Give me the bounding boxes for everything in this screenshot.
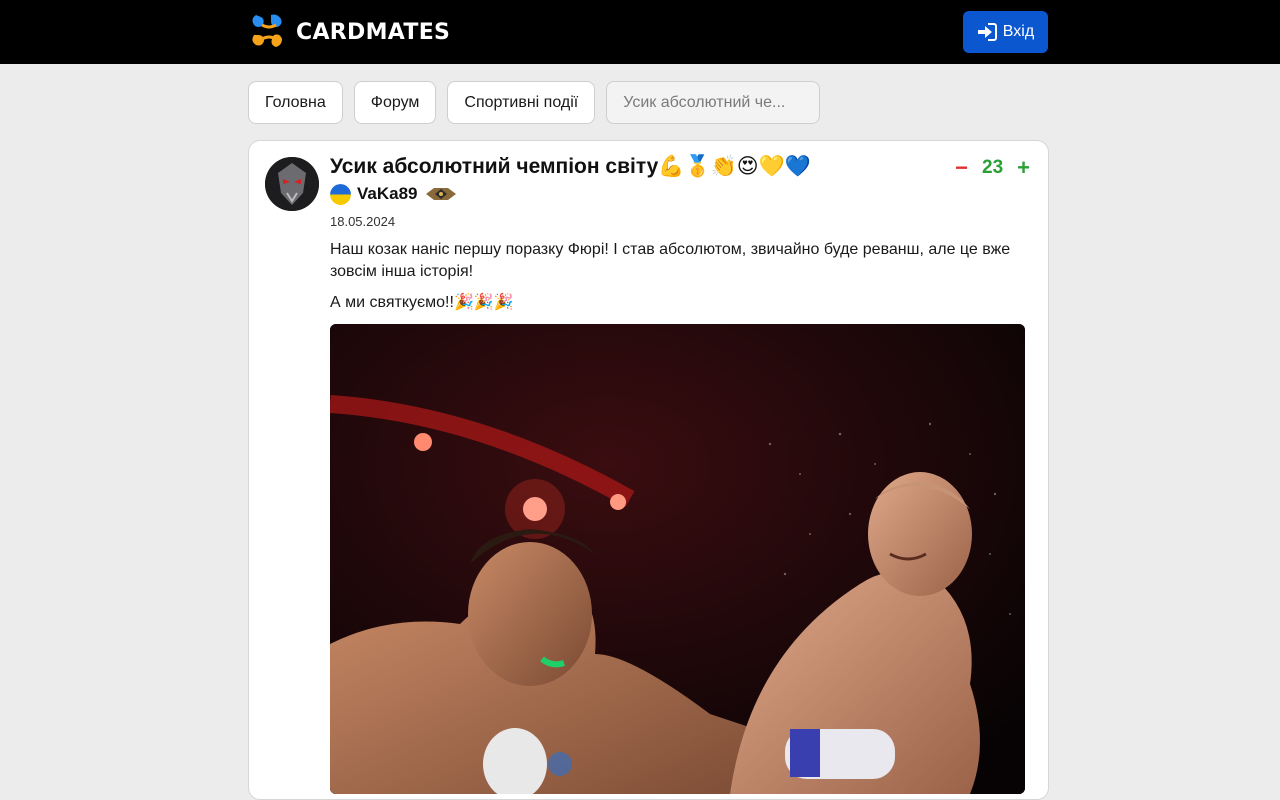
boxing-photo bbox=[330, 324, 1025, 794]
vote-control: − 23 + bbox=[955, 157, 1030, 179]
sign-in-icon bbox=[977, 23, 997, 41]
breadcrumb-home[interactable]: Головна bbox=[248, 81, 343, 124]
avatar[interactable] bbox=[265, 157, 319, 211]
vote-up-button[interactable]: + bbox=[1017, 157, 1030, 179]
post-paragraph-2: А ми святкуємо!!🎉🎉🎉 bbox=[330, 294, 514, 311]
post-author: VaKa89 bbox=[330, 183, 458, 205]
rank-badge-icon bbox=[425, 188, 456, 200]
breadcrumb-sport-events[interactable]: Спортивні події bbox=[447, 81, 596, 124]
breadcrumb: Головна Форум Спортивні події Усик абсол… bbox=[248, 81, 821, 124]
login-label: Вхід bbox=[1002, 23, 1035, 40]
top-navbar: CARDMATES Вхід bbox=[0, 0, 1280, 64]
vote-down-button[interactable]: − bbox=[955, 157, 968, 179]
vote-count: 23 bbox=[982, 157, 1004, 178]
avatar-image bbox=[265, 157, 319, 211]
site-logo[interactable]: CARDMATES bbox=[248, 10, 450, 54]
breadcrumb-current-topic: Усик абсолютний че... bbox=[606, 81, 821, 124]
author-name[interactable]: VaKa89 bbox=[357, 184, 418, 204]
post-title: Усик абсолютний чемпіон світу💪🥇👏😍💛💙 bbox=[330, 155, 811, 178]
post-photo[interactable] bbox=[330, 324, 1025, 794]
logo-text: CARDMATES bbox=[296, 19, 451, 45]
post-paragraph-1: Наш козак наніс першу поразку Фюрі! І ст… bbox=[330, 241, 1011, 280]
logo-icon bbox=[252, 14, 282, 47]
breadcrumb-forum[interactable]: Форум bbox=[353, 81, 437, 124]
ukraine-flag-icon bbox=[330, 183, 351, 205]
login-button[interactable]: Вхід bbox=[963, 11, 1048, 53]
post-date: 18.05.2024 bbox=[330, 214, 396, 229]
forum-post-card: Усик абсолютний чемпіон світу💪🥇👏😍💛💙 VaKa… bbox=[248, 140, 1049, 800]
